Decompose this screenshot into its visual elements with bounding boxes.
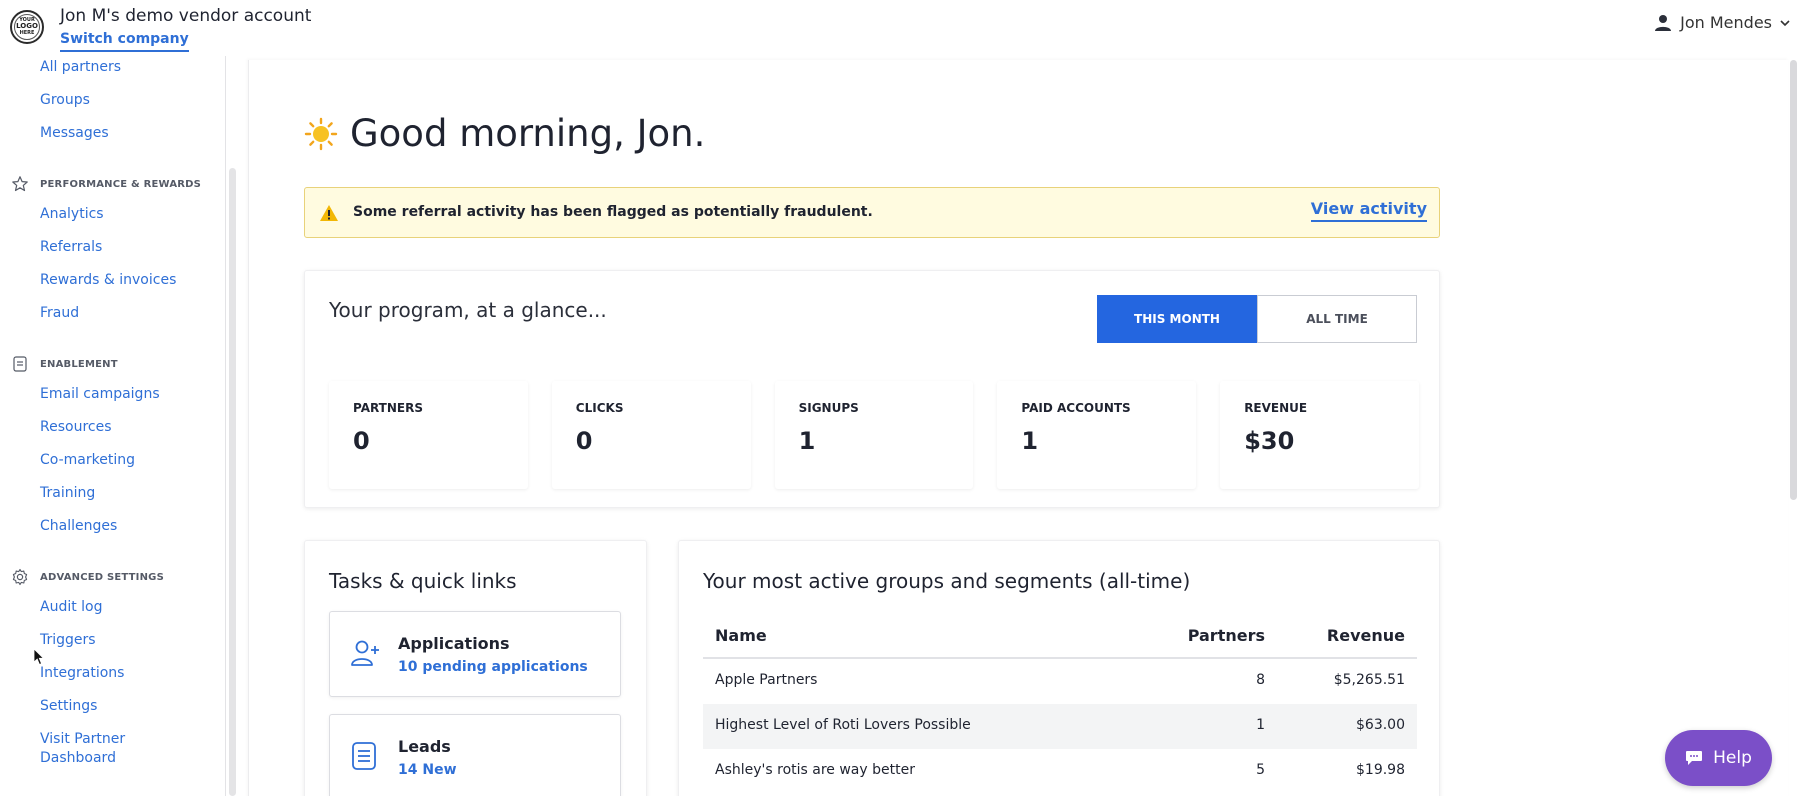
- alert-text: Some referral activity has been flagged …: [353, 204, 873, 220]
- star-icon: [12, 176, 28, 192]
- group-revenue: $63.00: [1356, 717, 1405, 733]
- glance-title: Your program, at a glance...: [329, 298, 607, 322]
- tasks-card: Tasks & quick links Applications 10 pend…: [304, 540, 647, 796]
- company-name: Jon M's demo vendor account: [60, 6, 312, 26]
- sidebar-item-audit-log[interactable]: Audit log: [40, 598, 103, 617]
- all-time-button[interactable]: ALL TIME: [1257, 295, 1417, 343]
- sun-icon: [304, 117, 338, 150]
- sidebar-item-fraud[interactable]: Fraud: [40, 304, 79, 323]
- table-row[interactable]: Apple Partners 8 $5,265.51: [703, 659, 1417, 704]
- group-name: Apple Partners: [715, 672, 818, 688]
- stat-revenue: REVENUE $30: [1220, 381, 1419, 489]
- top-bar: YOUR LOGO HERE Jon M's demo vendor accou…: [0, 0, 1798, 56]
- view-activity-link[interactable]: View activity: [1310, 199, 1427, 222]
- applications-task[interactable]: Applications 10 pending applications: [329, 611, 621, 697]
- stat-label: PAID ACCOUNTS: [1021, 401, 1131, 415]
- sidebar-item-rewards-invoices[interactable]: Rewards & invoices: [40, 271, 176, 290]
- task-title: Leads: [398, 737, 451, 756]
- leads-task[interactable]: Leads 14 New: [329, 714, 621, 796]
- group-partners: 5: [1256, 762, 1265, 778]
- stats-row: PARTNERS 0 CLICKS 0 SIGNUPS 1 PAID ACCOU…: [329, 381, 1419, 489]
- greeting-text: Good morning, Jon.: [350, 112, 706, 155]
- sidebar-item-resources[interactable]: Resources: [40, 418, 112, 437]
- sidebar-item-dashboard[interactable]: Dashboard: [40, 749, 116, 768]
- sidebar-heading-enablement: ENABLEMENT: [40, 359, 118, 370]
- fraud-alert: Some referral activity has been flagged …: [304, 187, 1440, 238]
- sidebar-item-co-marketing[interactable]: Co-marketing: [40, 451, 135, 470]
- company-logo[interactable]: YOUR LOGO HERE: [10, 10, 44, 44]
- logo-text-bottom: HERE: [19, 29, 35, 36]
- sidebar-scrollbar[interactable]: [229, 168, 236, 796]
- task-subtitle[interactable]: 10 pending applications: [398, 659, 588, 675]
- task-subtitle[interactable]: 14 New: [398, 762, 457, 778]
- column-header-revenue[interactable]: Revenue: [1327, 626, 1405, 645]
- sidebar-item-analytics[interactable]: Analytics: [40, 205, 104, 224]
- list-document-icon: [352, 742, 376, 770]
- user-name: Jon Mendes: [1680, 13, 1772, 32]
- sidebar-item-challenges[interactable]: Challenges: [40, 517, 117, 536]
- switch-company-link[interactable]: Switch company: [60, 31, 189, 52]
- sidebar-item-triggers[interactable]: Triggers: [40, 631, 96, 650]
- stat-value: $30: [1244, 427, 1295, 455]
- sidebar-item-email-campaigns[interactable]: Email campaigns: [40, 385, 160, 404]
- chevron-down-icon: [1780, 19, 1790, 26]
- stat-clicks: CLICKS 0: [551, 381, 751, 489]
- sidebar-item-visit-partner[interactable]: Visit Partner: [40, 730, 125, 749]
- task-title: Applications: [398, 634, 510, 653]
- table-row[interactable]: Ashley's rotis are way better 5 $19.98: [703, 749, 1417, 794]
- stat-value: 1: [1021, 427, 1039, 455]
- group-partners: 1: [1256, 717, 1265, 733]
- sidebar-item-settings[interactable]: Settings: [40, 697, 97, 716]
- group-revenue: $19.98: [1356, 762, 1405, 778]
- main-scrollbar[interactable]: [1790, 60, 1797, 500]
- user-menu[interactable]: Jon Mendes: [1654, 13, 1790, 32]
- stat-paid-accounts: PAID ACCOUNTS 1: [997, 381, 1197, 489]
- add-user-icon: [351, 640, 379, 666]
- period-toggle: THIS MONTH ALL TIME: [1097, 295, 1417, 343]
- stat-signups: SIGNUPS 1: [774, 381, 974, 489]
- stat-label: REVENUE: [1244, 401, 1308, 415]
- stat-value: 0: [575, 427, 593, 455]
- this-month-button[interactable]: THIS MONTH: [1097, 295, 1257, 343]
- sidebar-item-training[interactable]: Training: [40, 484, 95, 503]
- sidebar-item-referrals[interactable]: Referrals: [40, 238, 102, 257]
- stat-value: 1: [798, 427, 816, 455]
- group-name: Ashley's rotis are way better: [715, 762, 915, 778]
- table-row[interactable]: Highest Level of Roti Lovers Possible 1 …: [703, 704, 1417, 749]
- help-label: Help: [1713, 748, 1752, 768]
- group-revenue: $5,265.51: [1333, 672, 1405, 688]
- stat-label: SIGNUPS: [798, 401, 859, 415]
- chat-icon: [1686, 751, 1703, 765]
- tasks-title: Tasks & quick links: [329, 569, 517, 593]
- stat-label: PARTNERS: [353, 401, 423, 415]
- stat-partners: PARTNERS 0: [329, 381, 528, 489]
- groups-card: Your most active groups and segments (al…: [678, 540, 1440, 796]
- gear-icon: [12, 568, 28, 586]
- group-name: Highest Level of Roti Lovers Possible: [715, 717, 971, 733]
- user-icon: [1655, 14, 1672, 31]
- column-header-name[interactable]: Name: [715, 626, 767, 645]
- sidebar-item-groups[interactable]: Groups: [40, 91, 90, 110]
- stat-label: CLICKS: [575, 401, 624, 415]
- sidebar-item-integrations[interactable]: Integrations: [40, 664, 124, 683]
- column-header-partners[interactable]: Partners: [1188, 626, 1265, 645]
- sidebar-item-messages[interactable]: Messages: [40, 124, 109, 143]
- sidebar-heading-performance: PERFORMANCE & REWARDS: [40, 179, 202, 190]
- document-icon: [13, 356, 27, 372]
- mouse-cursor-icon: [33, 648, 45, 666]
- stat-value: 0: [353, 427, 370, 455]
- sidebar: All partners Groups Messages PERFORMANCE…: [0, 56, 226, 796]
- greeting: Good morning, Jon.: [304, 112, 705, 155]
- groups-title: Your most active groups and segments (al…: [703, 569, 1191, 593]
- table-header: Name Partners Revenue: [703, 613, 1417, 659]
- group-partners: 8: [1256, 672, 1265, 688]
- help-button[interactable]: Help: [1665, 730, 1772, 786]
- sidebar-item-all-partners[interactable]: All partners: [40, 58, 121, 77]
- groups-table: Name Partners Revenue Apple Partners 8 $…: [703, 613, 1417, 794]
- logo-mark: YOUR LOGO HERE: [14, 14, 40, 40]
- sidebar-heading-advanced: ADVANCED SETTINGS: [40, 572, 164, 583]
- program-glance-card: Your program, at a glance... THIS MONTH …: [304, 270, 1440, 508]
- warning-icon: [320, 205, 338, 221]
